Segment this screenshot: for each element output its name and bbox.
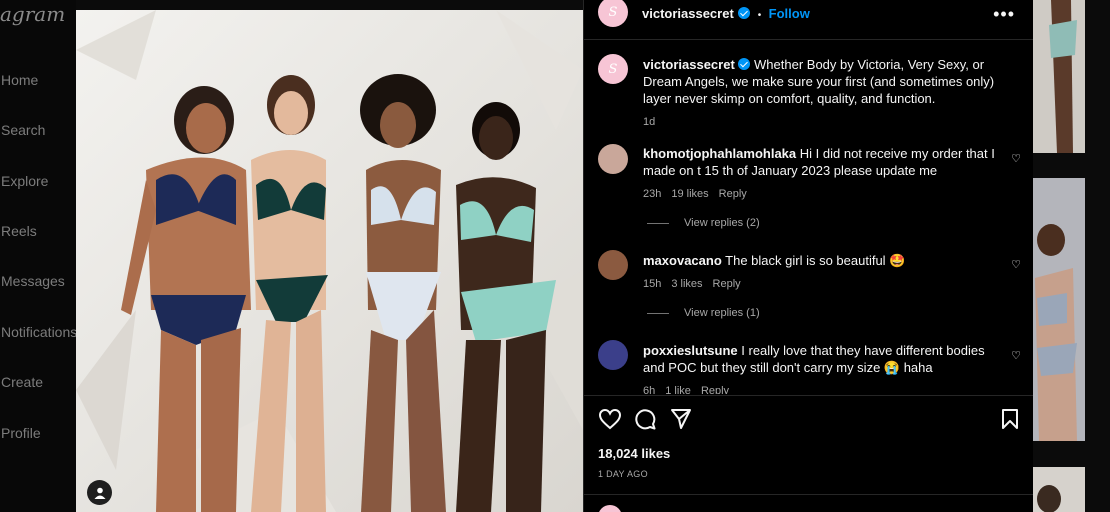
comment-item: poxxieslutsune I really love that they h… bbox=[643, 342, 1005, 394]
comment-time: 15h bbox=[643, 278, 662, 290]
comment-time: 6h bbox=[643, 385, 656, 394]
nav-notifications[interactable]: Notifications bbox=[1, 324, 77, 340]
comment-likes[interactable]: 19 likes bbox=[671, 188, 708, 200]
view-replies-label: View replies (1) bbox=[684, 307, 760, 319]
follow-button[interactable]: Follow bbox=[769, 6, 810, 21]
post-image[interactable] bbox=[76, 10, 583, 512]
view-replies-label: View replies (2) bbox=[684, 217, 760, 229]
comment-username[interactable]: poxxieslutsune bbox=[643, 343, 738, 358]
user-tag-button[interactable] bbox=[87, 480, 112, 505]
view-replies-button[interactable]: View replies (2) bbox=[647, 217, 760, 229]
nav-home[interactable]: Home bbox=[1, 72, 38, 88]
comment-like-icon[interactable]: ♡ bbox=[1011, 152, 1021, 165]
user-tag-icon bbox=[94, 487, 105, 499]
thumbnail-image bbox=[1033, 178, 1085, 441]
nav-create[interactable]: Create bbox=[1, 374, 43, 390]
feed-thumbnail[interactable] bbox=[1033, 0, 1085, 153]
post-timestamp: 1 DAY AGO bbox=[598, 469, 648, 479]
add-comment-row: S bbox=[584, 494, 1033, 512]
author-username[interactable]: victoriassecret bbox=[642, 6, 734, 21]
commenter-avatar[interactable] bbox=[598, 340, 628, 370]
comment-time: 23h bbox=[643, 188, 662, 200]
view-replies-button[interactable]: View replies (1) bbox=[647, 307, 760, 319]
nav-reels[interactable]: Reels bbox=[1, 223, 37, 239]
caption-username[interactable]: victoriassecret bbox=[643, 57, 735, 72]
commenter-avatar[interactable] bbox=[598, 144, 628, 174]
comment-username[interactable]: maxovacano bbox=[643, 253, 722, 268]
separator-dot: • bbox=[757, 10, 762, 21]
nav-search[interactable]: Search bbox=[1, 122, 45, 138]
share-icon[interactable] bbox=[670, 408, 692, 430]
feed-thumbnail[interactable] bbox=[1033, 178, 1085, 441]
thumbnail-image bbox=[1033, 467, 1085, 512]
reply-button[interactable]: Reply bbox=[701, 385, 729, 394]
nav-profile[interactable]: Profile bbox=[1, 425, 41, 441]
comment-item: maxovacano The black girl is so beautifu… bbox=[643, 252, 1005, 293]
comment-text: The black girl is so beautiful 🤩 bbox=[725, 253, 906, 268]
thumbnail-image bbox=[1033, 0, 1085, 153]
verified-icon bbox=[738, 58, 751, 70]
bookmark-icon[interactable] bbox=[1001, 408, 1019, 430]
nav-explore[interactable]: Explore bbox=[1, 173, 48, 189]
comment-like-icon[interactable]: ♡ bbox=[1011, 349, 1021, 362]
post-caption: victoriassecret Whether Body by Victoria… bbox=[643, 56, 1013, 131]
comment-likes[interactable]: 3 likes bbox=[671, 278, 702, 290]
comment-item: khomotjophahlamohlaka Hi I did not recei… bbox=[643, 145, 1005, 203]
comment-like-icon[interactable]: ♡ bbox=[1011, 258, 1021, 271]
comment-meta: 23h 19 likes Reply bbox=[643, 186, 1005, 203]
post-actions: 18,024 likes 1 DAY AGO S bbox=[584, 395, 1033, 512]
likes-count[interactable]: 18,024 likes bbox=[598, 446, 670, 461]
more-options-icon[interactable]: ••• bbox=[993, 4, 1015, 25]
comments-list[interactable]: S victoriassecret Whether Body by Victor… bbox=[584, 41, 1033, 394]
caption-avatar[interactable]: S bbox=[598, 54, 628, 84]
post-header: S victoriassecret • Follow ••• bbox=[584, 0, 1033, 40]
emoji-icon[interactable]: S bbox=[598, 505, 622, 512]
caption-time: 1d bbox=[643, 116, 656, 128]
instagram-logo[interactable]: agram bbox=[0, 2, 65, 26]
comment-icon[interactable] bbox=[634, 408, 656, 430]
reply-button[interactable]: Reply bbox=[719, 188, 747, 200]
left-navigation: agram Home Search Explore Reels Messages… bbox=[0, 0, 77, 512]
nav-messages[interactable]: Messages bbox=[1, 273, 65, 289]
comment-username[interactable]: khomotjophahlamohlaka bbox=[643, 146, 796, 161]
comment-meta: 15h 3 likes Reply bbox=[643, 276, 1005, 293]
author-avatar[interactable]: S bbox=[598, 0, 628, 27]
replies-divider bbox=[647, 312, 669, 314]
commenter-avatar[interactable] bbox=[598, 250, 628, 280]
comment-likes[interactable]: 1 like bbox=[665, 385, 691, 394]
verified-icon bbox=[738, 7, 751, 19]
post-detail-panel: S victoriassecret • Follow ••• S victori… bbox=[583, 0, 1033, 512]
background-feed bbox=[1033, 0, 1110, 512]
replies-divider bbox=[647, 222, 669, 224]
post-photo-illustration bbox=[76, 10, 583, 512]
heart-icon[interactable] bbox=[598, 408, 622, 430]
reply-button[interactable]: Reply bbox=[713, 278, 741, 290]
feed-thumbnail[interactable] bbox=[1033, 467, 1085, 512]
comment-meta: 6h 1 like Reply bbox=[643, 383, 1005, 394]
